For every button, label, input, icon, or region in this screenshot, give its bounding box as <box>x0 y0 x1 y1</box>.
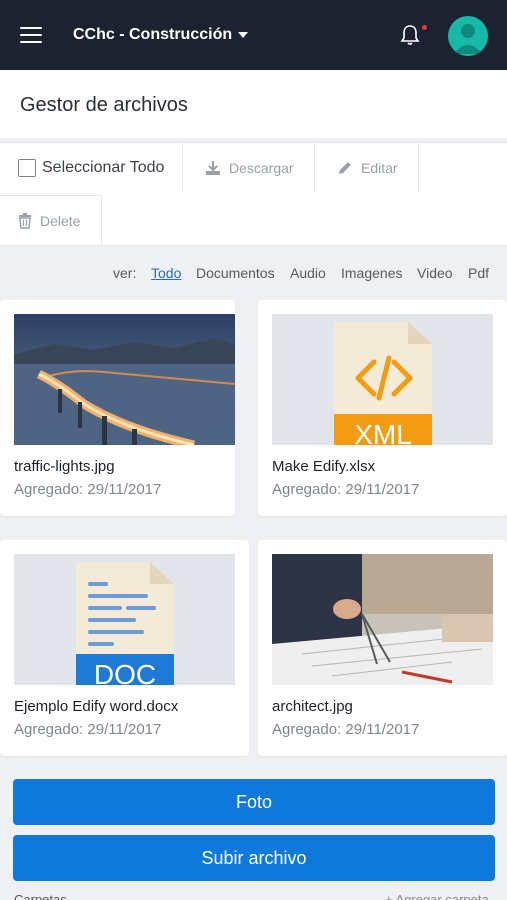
file-card[interactable]: XML Make Edify.xlsx Agregado: 29/11/2017 <box>258 300 507 516</box>
select-all-button[interactable]: Seleccionar Todo <box>0 143 183 193</box>
download-button[interactable]: Descargar <box>183 143 315 193</box>
page-title-bar: Gestor de archivos <box>0 70 507 138</box>
type-filter: ver: Todo Documentos Audio Imagenes Vide… <box>0 256 507 290</box>
file-card[interactable]: architect.jpg Agregado: 29/11/2017 <box>258 540 507 756</box>
file-name: Ejemplo Edify word.docx <box>14 698 179 715</box>
file-thumbnail <box>272 554 493 685</box>
file-name: architect.jpg <box>272 698 353 715</box>
edit-label: Editar <box>361 160 398 176</box>
folders-label: Carpetas <box>14 892 67 900</box>
upload-label: Subir archivo <box>201 847 307 868</box>
file-date: Agregado: 29/11/2017 <box>272 481 420 498</box>
project-selector[interactable]: CChc - Construcción <box>73 26 249 44</box>
select-all-label: Seleccionar Todo <box>42 159 165 176</box>
filter-documents[interactable]: Documentos <box>196 265 275 281</box>
filter-images[interactable]: Imagenes <box>341 265 402 281</box>
project-name: CChc - Construcción <box>73 26 233 43</box>
add-folder-link[interactable]: + Agregar carpeta <box>385 892 489 900</box>
file-date: Agregado: 29/11/2017 <box>272 721 420 738</box>
hamburger-menu-icon[interactable] <box>20 27 42 43</box>
delete-button[interactable]: Delete <box>0 195 102 245</box>
filter-pdf[interactable]: Pdf <box>468 265 489 281</box>
file-date: Agregado: 29/11/2017 <box>14 481 162 498</box>
file-toolbar: Seleccionar Todo Descargar Editar Delete <box>0 142 507 246</box>
file-thumbnail <box>14 314 235 445</box>
filter-audio[interactable]: Audio <box>290 265 326 281</box>
file-card[interactable]: DOC Ejemplo Edify word.docx Agregado: 29… <box>0 540 249 756</box>
user-avatar[interactable] <box>448 16 488 56</box>
file-name: Make Edify.xlsx <box>272 458 376 475</box>
top-app-bar: CChc - Construcción <box>0 0 507 70</box>
file-type-badge: DOC <box>93 659 157 690</box>
page-title: Gestor de archivos <box>20 94 188 116</box>
bell-icon[interactable] <box>400 24 420 46</box>
notification-dot <box>422 25 427 30</box>
filter-all[interactable]: Todo <box>151 265 181 281</box>
download-label: Descargar <box>229 160 294 176</box>
folders-header: Carpetas + Agregar carpeta <box>0 892 507 900</box>
photo-button[interactable]: Foto <box>13 779 495 825</box>
file-name: traffic-lights.jpg <box>14 458 115 475</box>
select-all-checkbox[interactable] <box>18 159 36 177</box>
trash-icon <box>19 212 31 229</box>
filter-video[interactable]: Video <box>417 265 453 281</box>
photo-label: Foto <box>235 791 273 812</box>
filter-prefix: ver: <box>113 265 137 281</box>
caret-down-icon <box>238 32 249 38</box>
upload-file-button[interactable]: Subir archivo <box>13 835 495 881</box>
file-type-badge: XML <box>354 419 412 450</box>
delete-label: Delete <box>40 212 81 229</box>
edit-button[interactable]: Editar <box>315 143 419 193</box>
pencil-icon <box>339 162 351 174</box>
file-card[interactable]: traffic-lights.jpg Agregado: 29/11/2017 <box>0 300 235 516</box>
file-date: Agregado: 29/11/2017 <box>14 721 162 738</box>
download-icon <box>206 161 220 175</box>
